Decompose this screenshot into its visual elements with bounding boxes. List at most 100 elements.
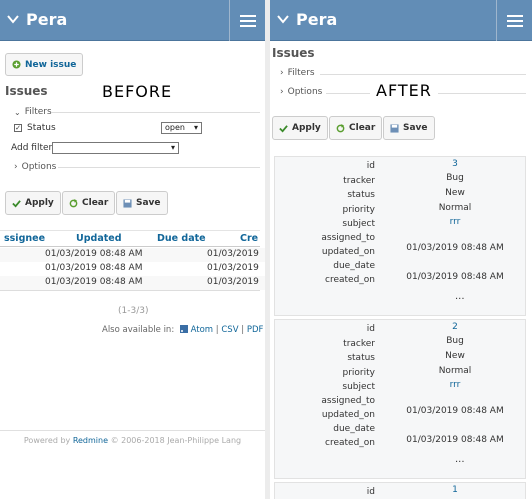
pdf-link[interactable]: PDF (247, 325, 264, 335)
field-label: priority (342, 368, 375, 378)
options-legend: Options (21, 162, 57, 172)
issue-card[interactable]: id 2 tracker Bug status New priority Nor… (274, 319, 526, 479)
filters-toggle[interactable]: ⌄ Filters (14, 107, 52, 117)
field-label: created_on (325, 275, 375, 285)
hamburger-icon (239, 14, 256, 27)
apply-button[interactable]: Apply (5, 191, 61, 215)
options-toggle[interactable]: › Options (280, 87, 322, 97)
clear-button[interactable]: Clear (62, 191, 116, 215)
footer-powered: Powered by (23, 436, 71, 445)
reload-icon (69, 198, 78, 207)
filters-legend: Filters (24, 107, 52, 117)
footer-divider (0, 430, 265, 431)
add-filter-select[interactable] (52, 142, 179, 154)
col-due-date[interactable]: Due date (157, 233, 206, 244)
status-value: New (445, 188, 465, 198)
field-label: id (366, 324, 375, 334)
field-label: subject (342, 219, 375, 229)
field-label: status (347, 353, 375, 363)
atom-link[interactable]: Atom (191, 325, 213, 335)
created-cell: 01/03/2019 (207, 249, 259, 259)
field-label: due_date (333, 261, 375, 271)
field-label: priority (342, 205, 375, 215)
project-title[interactable]: Pera (26, 10, 67, 29)
field-label: tracker (343, 176, 375, 186)
updated-cell: 01/03/2019 08:48 AM (45, 277, 143, 287)
top-bar: Pera (0, 0, 265, 41)
project-title[interactable]: Pera (296, 10, 337, 29)
chevron-down-icon[interactable] (6, 12, 20, 26)
before-panel: Pera New issue Issues BEFORE ⌄ Filters ✓… (0, 0, 265, 499)
more-indicator[interactable]: ... (455, 291, 465, 302)
col-created[interactable]: Cre (240, 233, 258, 244)
issue-id-link[interactable]: 3 (400, 159, 510, 169)
save-icon (390, 123, 399, 133)
table-header-top (0, 230, 260, 231)
clear-label: Clear (82, 198, 109, 208)
filters-divider (320, 74, 526, 75)
menu-button[interactable] (229, 0, 265, 41)
save-icon (123, 198, 132, 208)
save-button[interactable]: Save (383, 116, 435, 140)
status-filter-label: Status (27, 123, 56, 133)
save-button[interactable]: Save (116, 191, 168, 215)
filters-divider (52, 112, 260, 113)
issue-card[interactable]: id 1 (274, 482, 526, 499)
top-bar: Pera (270, 0, 532, 41)
col-updated[interactable]: Updated (76, 233, 122, 244)
apply-button[interactable]: Apply (272, 116, 328, 140)
field-label: status (347, 190, 375, 200)
field-label: created_on (325, 438, 375, 448)
subject-link[interactable]: rrr (400, 380, 510, 390)
field-label: subject (342, 382, 375, 392)
field-label: updated_on (321, 410, 375, 420)
filters-legend: Filters (287, 68, 315, 78)
save-label: Save (403, 123, 428, 133)
priority-value: Normal (438, 203, 472, 213)
apply-label: Apply (25, 198, 54, 208)
filters-toggle[interactable]: › Filters (280, 68, 315, 78)
footer-copyright: © 2006-2018 Jean-Philippe Lang (110, 436, 242, 445)
reload-icon (336, 123, 345, 132)
options-legend: Options (287, 87, 323, 97)
options-divider-2 (438, 93, 526, 94)
subject-link[interactable]: rrr (400, 217, 510, 227)
created-value: 01/03/2019 08:48 AM (406, 272, 504, 282)
field-label: tracker (343, 339, 375, 349)
table-bottom (0, 290, 260, 291)
created-value: 01/03/2019 08:48 AM (406, 435, 504, 445)
created-cell: 01/03/2019 (207, 263, 259, 273)
col-assignee[interactable]: ssignee (4, 233, 45, 244)
field-label: assigned_to (321, 233, 375, 243)
add-filter-label: Add filter (11, 143, 53, 153)
before-label: BEFORE (102, 82, 173, 101)
after-panel: Pera Issues › Filters › Options AFTER Ap… (270, 0, 532, 499)
priority-value: Normal (438, 366, 472, 376)
status-checkbox[interactable]: ✓ (14, 124, 22, 132)
clear-button[interactable]: Clear (329, 116, 383, 140)
issue-card[interactable]: id 3 tracker Bug status New priority Nor… (274, 156, 526, 316)
field-label: id (366, 487, 375, 497)
redmine-link[interactable]: Redmine (73, 436, 108, 445)
also-available-label: Also available in: (102, 325, 175, 335)
new-issue-button[interactable]: New issue (5, 53, 84, 76)
options-divider (58, 167, 260, 168)
issue-id-link[interactable]: 2 (400, 322, 510, 332)
hamburger-icon (506, 14, 523, 27)
options-divider (326, 93, 370, 94)
field-label: due_date (333, 424, 375, 434)
tracker-value: Bug (446, 336, 464, 346)
status-value: New (445, 351, 465, 361)
issue-id-link[interactable]: 1 (400, 485, 510, 495)
options-toggle[interactable]: › Options (14, 162, 56, 172)
tracker-value: Bug (446, 173, 464, 183)
updated-cell: 01/03/2019 08:48 AM (45, 263, 143, 273)
csv-link[interactable]: CSV (221, 325, 238, 335)
status-operator-select[interactable]: open (161, 122, 202, 134)
more-indicator[interactable]: ... (455, 454, 465, 465)
menu-button[interactable] (496, 0, 532, 41)
chevron-down-icon[interactable] (276, 12, 290, 26)
field-label: updated_on (321, 247, 375, 257)
table-header-bottom (0, 246, 260, 247)
field-label: id (366, 161, 375, 171)
